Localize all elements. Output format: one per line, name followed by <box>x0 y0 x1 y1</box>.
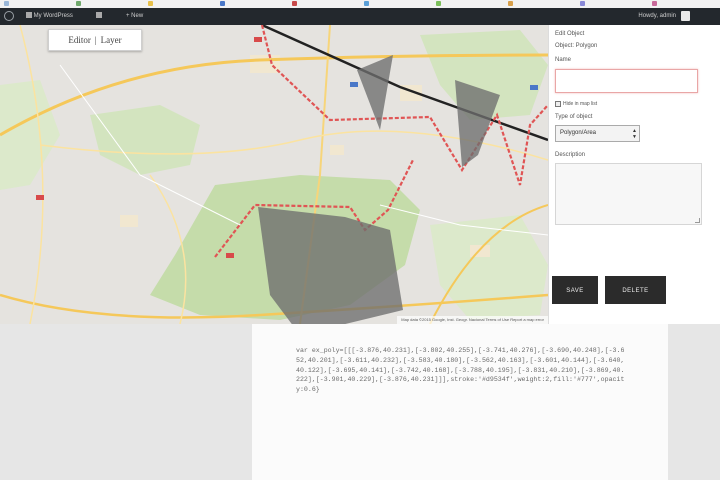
name-label: Name <box>555 57 572 63</box>
hide-checkbox-row[interactable]: Hide in map list <box>555 101 597 107</box>
type-label: Type of object <box>555 114 593 120</box>
browser-tab-favicon[interactable] <box>76 1 81 6</box>
panel-title: Edit Object <box>555 31 585 37</box>
browser-tab-favicon[interactable] <box>364 1 369 6</box>
content-card: var ex_poly=[[[-3.876,40.231],[-3.802,40… <box>252 324 668 480</box>
browser-tab-favicon[interactable] <box>220 1 225 6</box>
editor-tab[interactable]: Editor <box>68 35 91 45</box>
left-gutter <box>0 324 252 480</box>
toggle-separator: | <box>94 35 97 45</box>
site-name-link[interactable]: My WordPress <box>26 8 73 25</box>
browser-tab-favicon[interactable] <box>148 1 153 6</box>
user-greeting[interactable]: Howdy, admin <box>638 8 676 25</box>
home-icon <box>26 12 32 19</box>
browser-tab-favicon[interactable] <box>436 1 441 6</box>
browser-tab-favicon[interactable] <box>4 1 9 6</box>
new-content-link[interactable]: + New <box>126 8 143 25</box>
panel-subtitle: Object: Polygon <box>555 43 598 49</box>
editor-layer-toggle[interactable]: Editor | Layer <box>48 29 142 51</box>
hide-checkbox-label: Hide in map list <box>563 101 598 107</box>
resize-grip-icon[interactable] <box>695 218 700 223</box>
wordpress-logo-icon[interactable] <box>4 11 14 21</box>
edit-object-panel: Edit Object Object: Polygon Name Hide in… <box>548 25 720 324</box>
browser-tab-favicon[interactable] <box>508 1 513 6</box>
comment-icon <box>96 12 102 19</box>
layer-tab[interactable]: Layer <box>101 35 122 45</box>
map-attribution[interactable]: Map data ©2015 Google, Inst. Geogr. Naci… <box>397 316 548 324</box>
browser-tab-favicon[interactable] <box>580 1 585 6</box>
map-tiles <box>0 25 548 324</box>
browser-tab-favicon[interactable] <box>292 1 297 6</box>
type-select[interactable]: Polygon/Area ▲ ▼ <box>555 125 640 142</box>
comments-link[interactable] <box>96 8 102 25</box>
description-label: Description <box>555 152 586 158</box>
map-canvas[interactable]: Editor | Layer Map data ©2015 Google, In… <box>0 25 548 324</box>
select-arrows-icon: ▲ ▼ <box>632 128 637 140</box>
code-output: var ex_poly=[[[-3.876,40.231],[-3.802,40… <box>296 347 625 394</box>
type-select-value: Polygon/Area <box>560 130 597 136</box>
admin-bar: My WordPress + New Howdy, admin <box>0 8 720 25</box>
avatar[interactable] <box>681 11 690 21</box>
right-gutter <box>668 324 720 480</box>
delete-button[interactable]: DELETE <box>605 276 666 304</box>
save-button[interactable]: SAVE <box>552 276 598 304</box>
description-textarea[interactable] <box>555 163 702 225</box>
browser-tab-favicon[interactable] <box>652 1 657 6</box>
name-input[interactable] <box>555 69 698 93</box>
browser-tab-strip <box>0 0 720 8</box>
hide-checkbox[interactable] <box>555 101 561 107</box>
